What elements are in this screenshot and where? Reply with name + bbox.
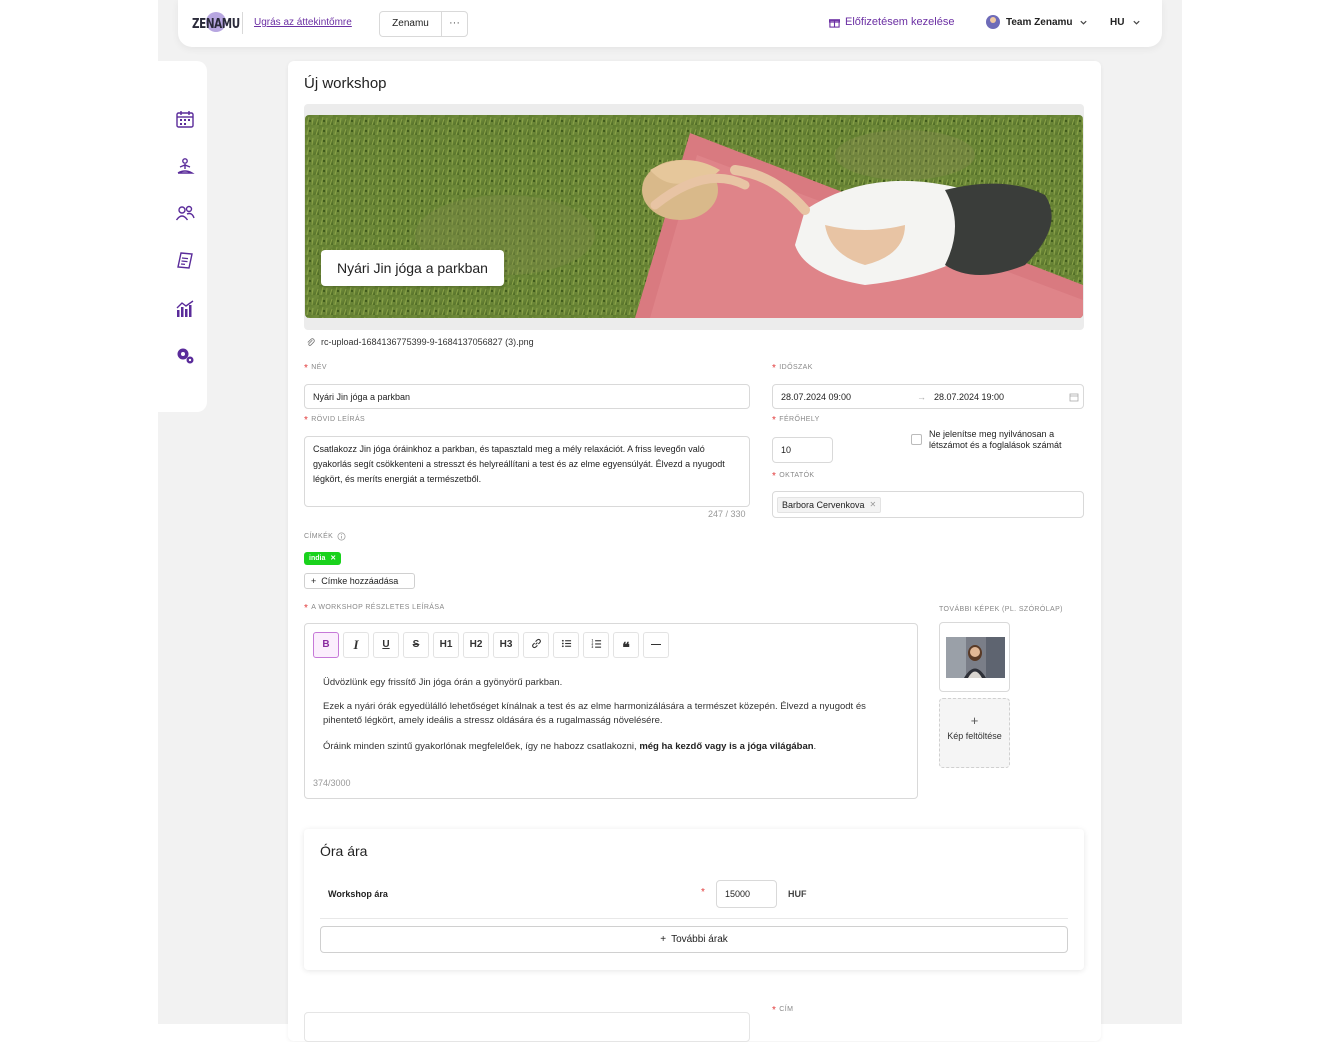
plus-icon: + xyxy=(311,576,316,586)
gift-icon xyxy=(829,17,840,28)
quote-icon[interactable]: ❝ xyxy=(613,632,639,658)
logo[interactable]: ZENAMU xyxy=(192,10,234,36)
statistics-icon[interactable] xyxy=(175,299,195,319)
sidebar xyxy=(158,61,207,412)
numbered-list-icon[interactable]: 123 xyxy=(583,632,609,658)
name-input[interactable]: Nyári Jin jóga a parkban xyxy=(304,384,750,409)
tags-label: CÍMKÉK xyxy=(304,532,346,541)
svg-text:3: 3 xyxy=(591,645,593,649)
subscription-link[interactable]: Előfizetésem kezelése xyxy=(829,16,954,28)
workshop-price-label: Workshop ára xyxy=(328,889,388,899)
next-section-card xyxy=(304,1012,750,1042)
overview-link[interactable]: Ugrás az áttekintőmre xyxy=(254,17,352,28)
paperclip-icon xyxy=(306,337,315,347)
page-title: Új workshop xyxy=(304,75,387,92)
name-label: *NÉV xyxy=(304,363,327,374)
info-icon[interactable] xyxy=(337,532,346,541)
horizontal-rule-icon[interactable]: — xyxy=(643,632,669,658)
more-prices-label: További árak xyxy=(671,934,728,945)
address-label: *CÍM xyxy=(772,1005,793,1016)
instructor-name: Barbora Cervenkova xyxy=(782,500,865,510)
pricing-card: Óra ára Workshop ára * 15000 HUF + Tovább… xyxy=(304,829,1084,970)
short-description-counter: 247 / 330 xyxy=(708,509,746,519)
studio-selector-button[interactable]: Zenamu xyxy=(379,11,442,37)
thumbnail-photo xyxy=(946,637,1005,678)
calendar-icon[interactable] xyxy=(175,109,195,129)
workshop-price-input[interactable]: 15000 xyxy=(716,880,777,908)
workshop-form: Új workshop xyxy=(288,61,1101,1041)
avatar xyxy=(986,15,1000,29)
period-end[interactable]: 28.07.2024 19:00 xyxy=(934,392,1069,402)
attached-file[interactable]: rc-upload-1684136775399-9-1684137056827 … xyxy=(306,337,534,347)
editor-counter: 374/3000 xyxy=(313,778,351,788)
add-tag-label: Címke hozzáadása xyxy=(321,576,398,586)
settings-icon[interactable] xyxy=(175,345,195,365)
currency-label: HUF xyxy=(788,889,807,899)
meditation-icon[interactable] xyxy=(175,157,195,177)
editor-paragraph[interactable]: Üdvözlünk egy frissítő Jin jóga órán a g… xyxy=(323,676,903,690)
heading3-button[interactable]: H3 xyxy=(493,632,519,658)
cover-image-area[interactable]: Nyári Jin jóga a parkban xyxy=(304,104,1084,330)
bold-button[interactable]: B xyxy=(313,632,339,658)
required-marker: * xyxy=(701,887,705,898)
short-description-input[interactable]: Csatlakozz Jin jóga óráinkhoz a parkban,… xyxy=(304,436,750,507)
remove-tag-icon[interactable]: ✕ xyxy=(330,555,336,562)
pricing-title: Óra ára xyxy=(320,843,367,859)
period-label: *IDŐSZAK xyxy=(772,363,813,374)
subscription-label: Előfizetésem kezelése xyxy=(845,16,954,28)
underline-button[interactable]: U xyxy=(373,632,399,658)
rich-text-editor[interactable]: B I U S H1 H2 H3 123 ❝ — Üdvözlünk egy f… xyxy=(304,623,918,799)
plus-icon: + xyxy=(660,934,666,945)
top-bar: ZENAMU Ugrás az áttekintőmre Zenamu ··· … xyxy=(178,0,1162,47)
editor-paragraph[interactable]: Óráink minden szintű gyakorlónak megfele… xyxy=(323,740,903,754)
period-start[interactable]: 28.07.2024 09:00 xyxy=(781,392,917,402)
users-icon[interactable] xyxy=(175,203,195,223)
instructors-select[interactable]: Barbora Cervenkova ✕ xyxy=(772,491,1084,518)
hide-capacity-checkbox[interactable] xyxy=(911,434,922,445)
language-selector[interactable]: HU xyxy=(1110,17,1141,28)
file-name: rc-upload-1684136775399-9-1684137056827 … xyxy=(321,337,534,347)
plus-icon: + xyxy=(940,713,1009,728)
add-tag-button[interactable]: + Címke hozzáadása xyxy=(304,573,415,589)
divider xyxy=(242,12,243,34)
short-description-label: *RÖVID LEÍRÁS xyxy=(304,415,365,426)
cover-title: Nyári Jin jóga a parkban xyxy=(321,250,504,286)
cover-photo xyxy=(305,115,1083,318)
chevron-down-icon xyxy=(1079,18,1088,27)
language-label: HU xyxy=(1110,17,1124,28)
team-menu[interactable]: Team Zenamu xyxy=(986,15,1088,29)
team-name: Team Zenamu xyxy=(1006,17,1073,28)
italic-button[interactable]: I xyxy=(343,632,369,658)
arrow-right-icon: → xyxy=(917,392,934,402)
tag-chip[interactable]: india ✕ xyxy=(304,552,341,565)
bullet-list-icon[interactable] xyxy=(553,632,579,658)
editor-paragraph[interactable]: Ezek a nyári órák egyedülálló lehetősége… xyxy=(323,700,903,728)
remove-icon[interactable]: ✕ xyxy=(870,500,877,509)
heading1-button[interactable]: H1 xyxy=(433,632,459,658)
detail-description-label: *A WORKSHOP RÉSZLETES LEÍRÁSA xyxy=(304,603,445,614)
extra-images-label: TOVÁBBI KÉPEK (PL. SZÓRÓLAP) xyxy=(939,606,1063,613)
calendar-icon xyxy=(1069,392,1079,402)
capacity-label: *FÉRŐHELY xyxy=(772,415,820,426)
chevron-down-icon xyxy=(1132,18,1141,27)
strikethrough-button[interactable]: S xyxy=(403,632,429,658)
heading2-button[interactable]: H2 xyxy=(463,632,489,658)
instructors-label: *OKTATÓK xyxy=(772,471,815,482)
tag-label: india xyxy=(309,555,325,562)
link-icon[interactable] xyxy=(523,632,549,658)
hide-capacity-text: Ne jelenítse meg nyilvánosan a létszámot… xyxy=(929,429,1089,451)
extra-image-thumbnail[interactable] xyxy=(939,622,1010,692)
receipt-icon[interactable] xyxy=(175,251,195,271)
capacity-input[interactable]: 10 xyxy=(772,437,833,463)
upload-image-button[interactable]: + Kép feltöltése xyxy=(939,698,1010,768)
more-prices-button[interactable]: + További árak xyxy=(320,926,1068,953)
period-range-picker[interactable]: 28.07.2024 09:00 → 28.07.2024 19:00 xyxy=(772,384,1084,409)
divider xyxy=(320,918,1068,919)
more-options-button[interactable]: ··· xyxy=(441,11,468,37)
upload-label: Kép feltöltése xyxy=(940,731,1009,741)
editor-toolbar: B I U S H1 H2 H3 123 ❝ — xyxy=(313,632,669,658)
instructor-chip: Barbora Cervenkova ✕ xyxy=(777,497,881,513)
